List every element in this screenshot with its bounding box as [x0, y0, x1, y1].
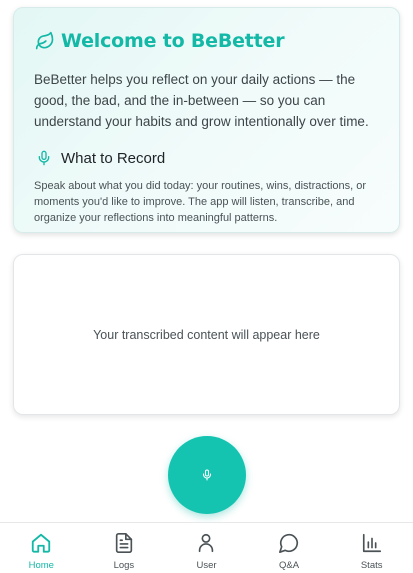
record-title: What to Record	[61, 149, 166, 167]
mic-icon	[36, 149, 52, 167]
chat-bubble-icon	[278, 532, 300, 554]
nav-label-home: Home	[28, 560, 54, 571]
transcript-card: Your transcribed content will appear her…	[13, 254, 400, 415]
user-icon	[195, 532, 217, 554]
nav-label-logs: Logs	[113, 560, 135, 571]
welcome-description: BeBetter helps you reflect on your daily…	[34, 72, 369, 129]
nav-item-user[interactable]: User	[165, 523, 248, 573]
welcome-card: Welcome to BeBetter BeBetter helps you r…	[13, 7, 400, 233]
record-description: Speak about what you did today: your rou…	[34, 180, 367, 224]
bottom-nav: Home Logs User Q&A Stats	[0, 522, 413, 573]
nav-item-qa[interactable]: Q&A	[248, 523, 331, 573]
welcome-title: Welcome to BeBetter	[61, 30, 285, 52]
nav-item-home[interactable]: Home	[0, 523, 83, 573]
nav-label-user: User	[196, 560, 217, 571]
transcript-placeholder: Your transcribed content will appear her…	[93, 327, 320, 342]
nav-label-stats: Stats	[360, 560, 383, 571]
record-button[interactable]	[168, 436, 246, 514]
document-icon	[113, 532, 135, 554]
nav-item-logs[interactable]: Logs	[83, 523, 166, 573]
welcome-header: Welcome to BeBetter	[34, 28, 379, 54]
home-icon	[30, 532, 52, 554]
mic-icon	[201, 468, 213, 482]
bar-chart-icon	[361, 532, 383, 554]
nav-label-qa: Q&A	[279, 560, 300, 571]
nav-item-stats[interactable]: Stats	[330, 523, 413, 573]
leaf-icon	[35, 31, 55, 51]
record-header: What to Record	[34, 147, 379, 169]
